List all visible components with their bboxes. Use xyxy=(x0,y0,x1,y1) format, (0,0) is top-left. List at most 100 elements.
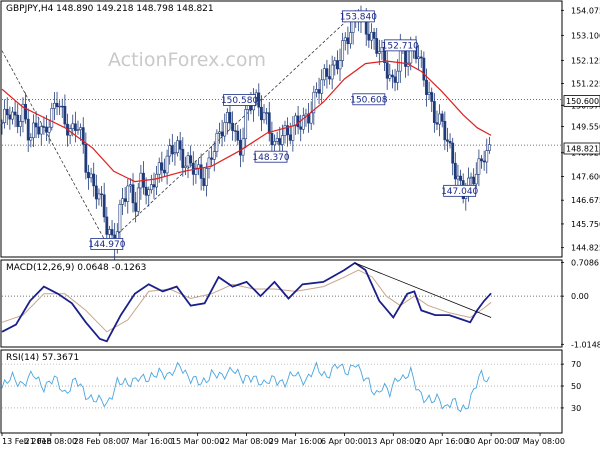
candle-body xyxy=(346,37,350,45)
candle-body xyxy=(170,145,174,155)
candle-body xyxy=(212,151,216,160)
candle-body xyxy=(134,202,138,212)
candle-body xyxy=(315,89,318,93)
candle-body xyxy=(349,32,352,45)
candle-body xyxy=(102,194,106,218)
price-y-tick-label: 144.825 xyxy=(571,244,600,253)
candle-body xyxy=(322,68,326,81)
price-y-tick-label: 146.675 xyxy=(571,196,600,205)
candle-body xyxy=(417,56,421,60)
candle-body xyxy=(218,131,221,134)
x-tick-label: 6 Apr 00:00 xyxy=(321,437,368,446)
candle-body xyxy=(189,155,193,164)
candle-body xyxy=(163,169,166,174)
candle-body xyxy=(92,173,96,187)
candle-body xyxy=(422,57,426,81)
candle-body xyxy=(296,115,300,128)
candle-body xyxy=(8,114,12,120)
candle-body xyxy=(343,37,347,41)
candle-body xyxy=(275,138,279,142)
candle-body xyxy=(168,145,172,157)
x-tick-label: 7 May 08:00 xyxy=(515,437,565,446)
candle-body xyxy=(440,113,444,122)
candle-body xyxy=(53,102,56,109)
candle-body xyxy=(446,139,449,142)
candle-body xyxy=(335,60,339,70)
rsi-y-tick-label: 30 xyxy=(571,404,581,413)
candle-body xyxy=(432,101,436,123)
candle-body xyxy=(123,198,127,202)
candle-body xyxy=(474,173,478,185)
candle-body xyxy=(173,152,177,155)
candle-body xyxy=(149,184,153,191)
candle-body xyxy=(265,112,269,114)
candle-body xyxy=(197,164,200,169)
candle-body xyxy=(11,111,14,120)
candle-body xyxy=(165,155,169,174)
candle-body xyxy=(89,173,93,179)
candle-body xyxy=(202,178,206,186)
candle-body xyxy=(121,198,124,205)
candle-body xyxy=(283,125,287,136)
annotation-label: 144.970 xyxy=(88,240,125,250)
candle-body xyxy=(220,131,224,137)
candle-body xyxy=(204,168,208,186)
candle-body xyxy=(63,105,67,125)
candle-body xyxy=(396,70,400,83)
candle-body xyxy=(288,134,292,141)
macd-panel xyxy=(0,259,563,348)
candle-body xyxy=(110,229,114,236)
price-annotation: 148.370 xyxy=(252,150,290,163)
candle-body xyxy=(24,103,27,120)
candle-body xyxy=(181,148,185,168)
rsi-panel-title: RSI(14) 57.3671 xyxy=(6,353,79,363)
candle-body xyxy=(13,111,17,116)
candle-body xyxy=(375,38,379,54)
candle-body xyxy=(155,173,158,188)
candle-body xyxy=(60,105,64,108)
candle-body xyxy=(425,79,428,95)
candle-body xyxy=(34,122,38,128)
chart-canvas: ActionForex.com 153.840 152.710 150.580 150… xyxy=(0,0,600,446)
candle-body xyxy=(430,92,434,102)
candle-body xyxy=(186,155,190,167)
price-y-tick-label: 152.125 xyxy=(571,56,600,65)
candle-body xyxy=(94,185,98,200)
price-y-tick-label: 154.075 xyxy=(571,6,600,15)
candle-body xyxy=(55,102,59,108)
candle-body xyxy=(176,140,179,154)
candle-body xyxy=(184,165,187,168)
candle-body xyxy=(210,157,214,160)
candle-body xyxy=(178,140,182,150)
x-tick-label: 13 Apr 08:00 xyxy=(367,437,419,446)
candle-body xyxy=(241,138,245,156)
candle-body xyxy=(71,123,75,129)
candle-body xyxy=(320,79,324,94)
level-label: 150.600 xyxy=(566,97,599,106)
candle-body xyxy=(39,126,43,135)
price-annotation: 144.970 xyxy=(88,238,126,250)
candle-body xyxy=(37,126,41,135)
candle-body xyxy=(47,126,51,133)
annotation-label: 153.840 xyxy=(340,13,377,23)
chart-window: ActionForex.com 153.840 152.710 150.580 150… xyxy=(0,0,600,450)
candle-body xyxy=(451,142,455,164)
candle-body xyxy=(482,160,486,163)
candle-body xyxy=(391,74,394,78)
candle-body xyxy=(157,162,161,175)
candle-body xyxy=(97,193,101,200)
candle-body xyxy=(231,122,234,131)
macd-y-tick-label: 0.7086 xyxy=(571,258,599,267)
x-tick-label: 30 Apr 00:00 xyxy=(465,437,517,446)
rsi-panel xyxy=(0,349,563,434)
candle-body xyxy=(427,92,431,95)
candle-body xyxy=(469,176,473,179)
candle-body xyxy=(215,133,219,152)
macd-y-tick-label: -1.0148 xyxy=(571,340,600,349)
x-tick-label: 20 Apr 16:00 xyxy=(416,437,468,446)
candle-body xyxy=(485,150,489,163)
candle-body xyxy=(328,76,331,80)
candle-body xyxy=(126,185,130,202)
candle-body xyxy=(42,126,46,128)
x-tick-label: 7 Mar 16:00 xyxy=(125,437,173,446)
